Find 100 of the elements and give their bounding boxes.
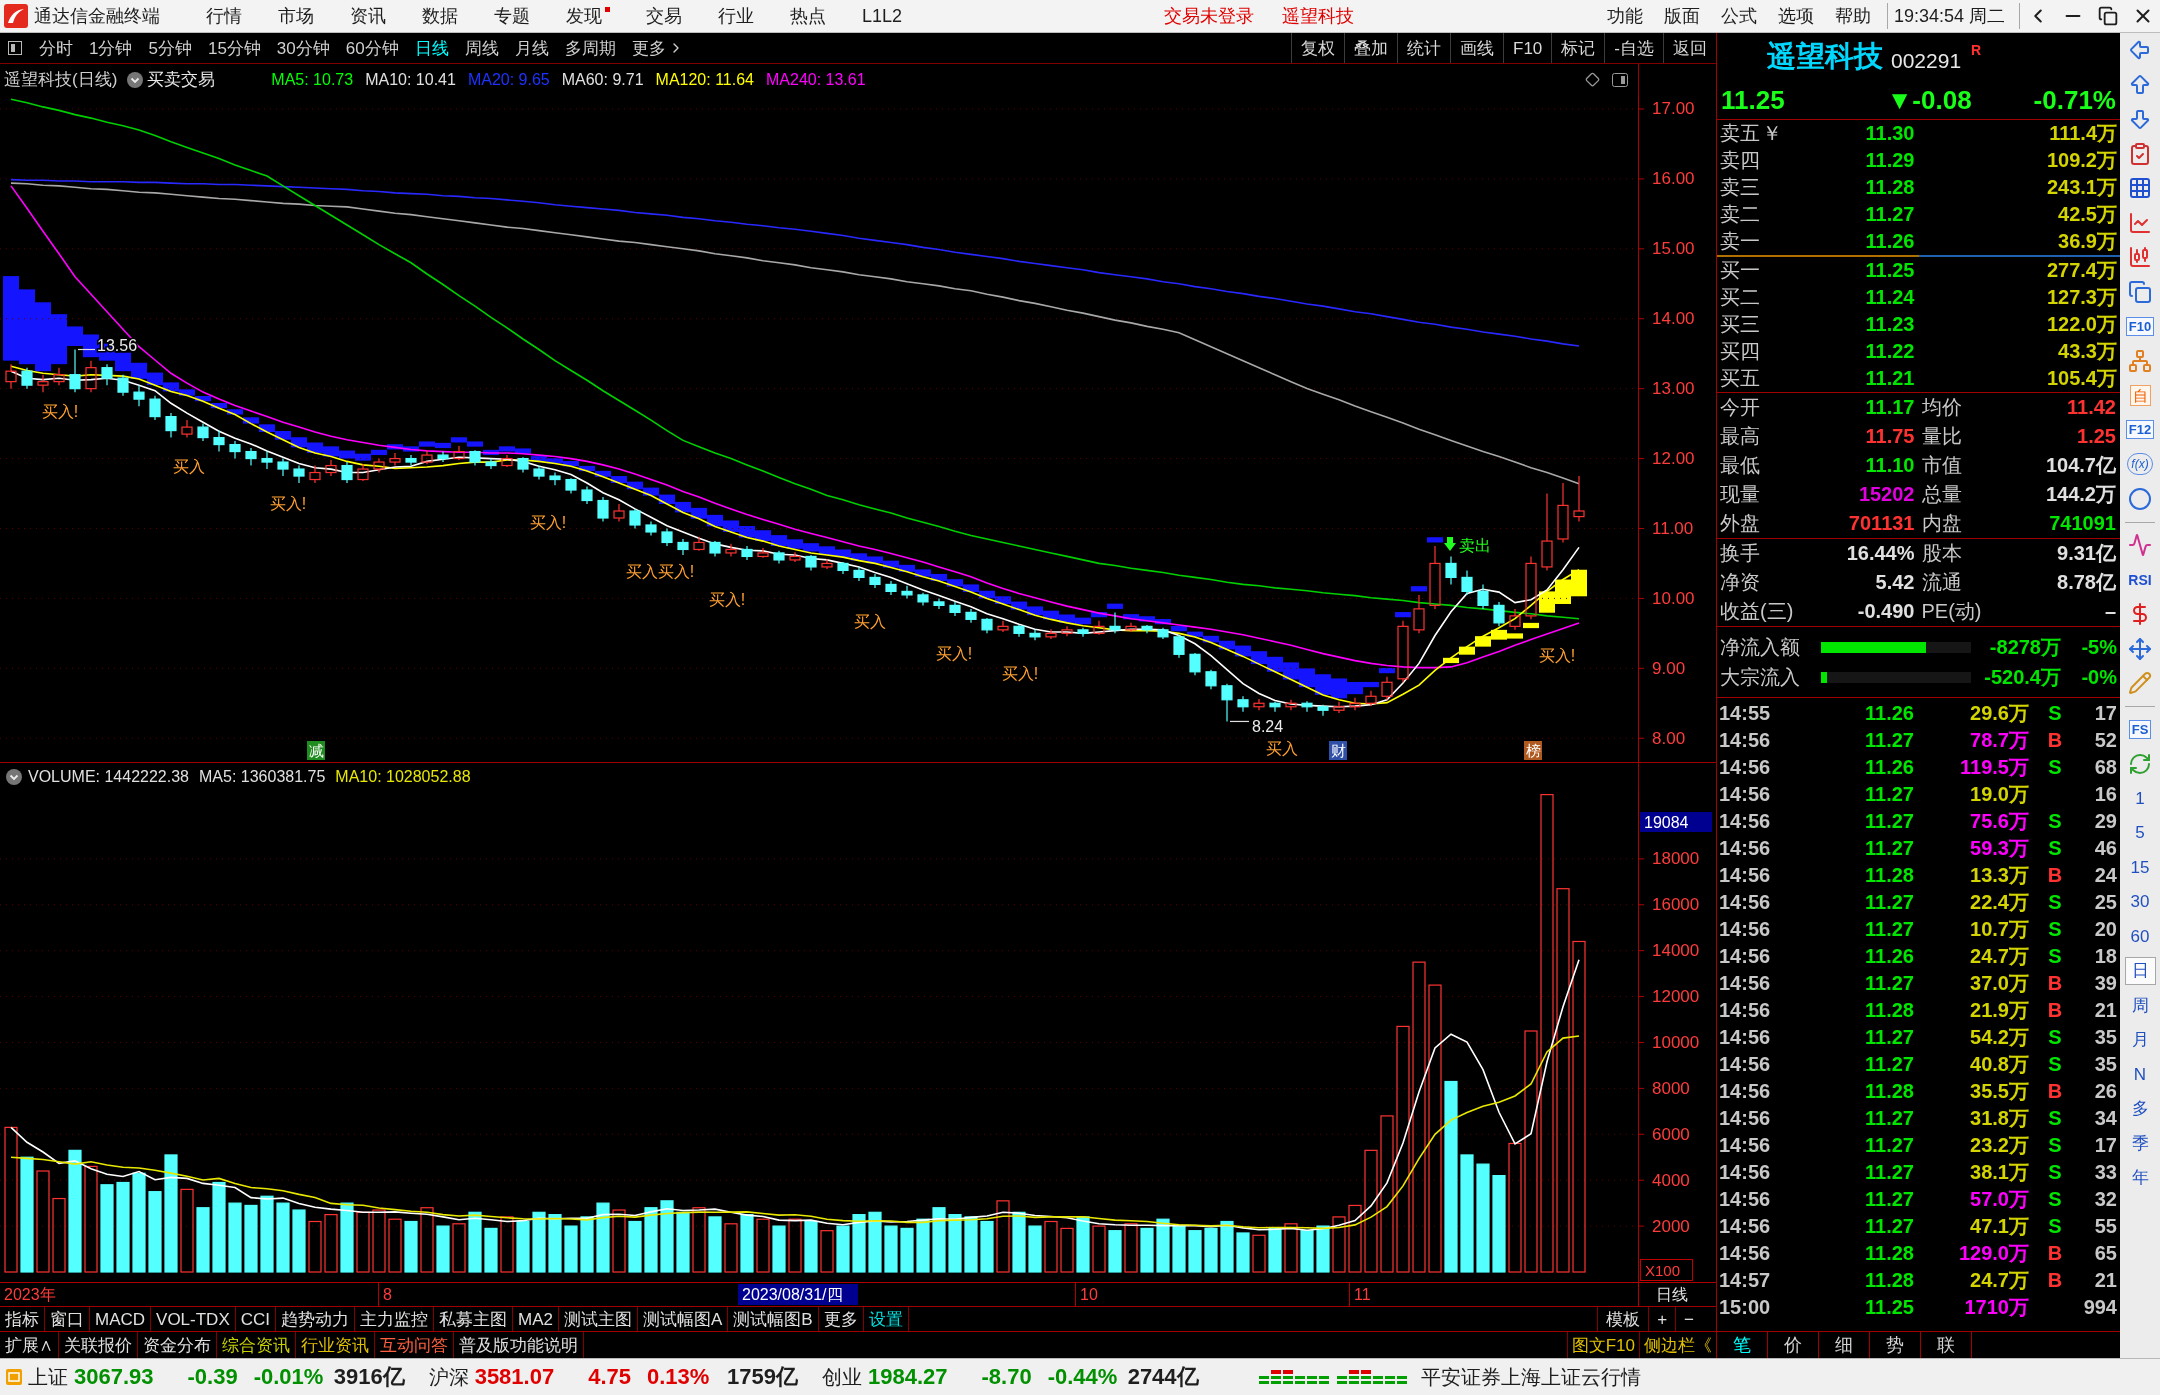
stat-label: 最高 [1720,424,1760,449]
period-tab[interactable]: 日线 [414,39,449,57]
side-tool-button[interactable]: FS [2128,720,2152,740]
side-period-button[interactable]: 30 [2124,889,2156,916]
pencil-icon[interactable] [2128,671,2152,696]
indicator-tab[interactable]: 更多 [818,1307,864,1331]
period-tab[interactable]: 15分钟 [207,39,261,57]
indicator-tab[interactable]: 趋势动力 [276,1307,356,1331]
side-period-button[interactable]: 60 [2124,923,2156,950]
indicator-tab[interactable]: 私募主图 [434,1307,514,1331]
toolbar-button[interactable]: -自选 [1604,33,1663,63]
period-tab[interactable]: 5分钟 [148,39,192,57]
trade-button[interactable]: 买卖交易 [127,71,216,88]
side-period-button[interactable]: 日 [2124,957,2156,986]
indicator-tab[interactable]: 测试幅图B [728,1307,819,1331]
toolbar-button[interactable]: 标记 [1551,33,1605,63]
side-period-button[interactable]: 多 [2125,1096,2155,1123]
side-period-button[interactable]: 年 [2125,1165,2155,1192]
side-period-button[interactable]: N [2127,1061,2153,1088]
menu-item[interactable]: 专题 [494,7,530,25]
menu-item[interactable]: 帮助 [1834,7,1871,25]
candlestick [405,454,417,467]
pulse-line-icon[interactable] [2128,533,2152,558]
toolbar-button[interactable]: 统计 [1397,33,1451,63]
side-period-button[interactable]: 季 [2125,1130,2155,1157]
period-tab[interactable]: 周线 [464,39,499,57]
template-tool-button[interactable]: − [1675,1307,1702,1331]
arrow-up-icon[interactable] [2128,72,2152,97]
panel-icon[interactable] [1612,72,1628,87]
indicator-tab[interactable]: 指标 [0,1307,45,1331]
bar [1364,1149,1378,1273]
menu-item[interactable]: 功能 [1606,7,1643,25]
overlapping-squares-icon[interactable] [2128,279,2152,304]
period-tab[interactable]: 月线 [514,39,549,57]
toolbar-button[interactable]: 返回 [1663,33,1716,63]
indicator-tab[interactable]: 测试幅图A [638,1307,729,1331]
menu-item[interactable]: 市场 [278,7,314,25]
bar [1508,1142,1522,1273]
refresh-icon[interactable] [2128,752,2152,777]
side-tool-button[interactable]: F10 [2125,316,2155,336]
menu-item[interactable]: 数据 [422,7,458,25]
side-period-button[interactable]: 5 [2129,820,2151,847]
candlestick [1381,676,1393,701]
indicator-tab[interactable]: 窗口 [45,1307,90,1331]
circle-icon[interactable] [2128,486,2152,511]
menu-item[interactable]: 选项 [1777,7,1814,25]
grid-icon[interactable] [2128,176,2152,201]
indicator-tab[interactable]: MACD [90,1307,152,1331]
event-tag[interactable]: 榜 [1524,741,1542,760]
period-tab[interactable]: 60分钟 [345,39,399,57]
period-tab[interactable]: 1分钟 [89,39,133,57]
more-button[interactable]: 更多 [631,39,684,57]
period-tab[interactable]: 多周期 [564,39,616,57]
side-tool-button[interactable]: RSI [2128,572,2152,587]
hierarchy-icon[interactable] [2128,348,2152,373]
four-way-arrows-icon[interactable] [2128,636,2152,661]
event-tag[interactable]: 财 [1329,741,1347,760]
menu-item[interactable]: 行业 [718,7,754,25]
clipboard-check-icon[interactable] [2128,141,2152,166]
menu-item[interactable]: 热点 [790,7,826,25]
toolbar-button[interactable]: 叠加 [1344,33,1398,63]
side-period-button[interactable]: 15 [2124,854,2156,881]
side-period-button[interactable]: 月 [2125,1027,2155,1054]
candlestick-icon[interactable] [2128,245,2152,270]
buy-signal-label: 买入! [269,494,307,512]
period-tab[interactable]: 30分钟 [276,39,330,57]
arrow-down-icon[interactable] [2128,107,2152,132]
menu-item[interactable]: L1L2 [862,7,903,25]
side-period-button[interactable]: 周 [2125,992,2155,1019]
period-tab[interactable]: 分时 [39,39,73,57]
template-tool-button[interactable]: + [1648,1307,1676,1331]
menu-item[interactable]: 发现 [566,7,610,25]
side-tool-button[interactable]: F12 [2125,420,2155,440]
current-stock-link[interactable]: 遥望科技 [1282,7,1355,25]
bar [4,1126,18,1273]
line-chart-icon[interactable] [2128,210,2152,235]
restore-icon[interactable] [2097,6,2118,26]
tick-volume: 75.6万 [1969,809,2029,834]
diamond-icon[interactable] [1585,72,1600,87]
menu-item[interactable]: 资讯 [350,7,386,25]
toolbar-button[interactable]: F10 [1503,33,1552,63]
indicator-tab[interactable]: CCI [235,1307,277,1331]
menu-item[interactable]: 公式 [1720,7,1757,25]
event-tag[interactable]: 减 [307,741,325,760]
template-tool-button[interactable]: 模板 [1597,1307,1649,1331]
indicator-tab[interactable]: VOL-TDX [151,1307,236,1331]
menu-item[interactable]: 交易 [646,7,682,25]
toolbar-button[interactable]: 复权 [1291,33,1345,63]
menu-item[interactable]: 版面 [1663,7,1700,25]
indicator-tab[interactable]: MA2 [513,1307,559,1331]
candlestick [1253,698,1265,711]
indicator-tab[interactable]: 设置 [863,1307,909,1331]
indicator-tab[interactable]: 主力监控 [355,1307,435,1331]
indicator-tab[interactable]: 测试主图 [559,1307,638,1331]
menu-item[interactable]: 行情 [206,7,242,25]
panel-icon[interactable] [8,41,22,55]
side-period-button[interactable]: 1 [2129,785,2151,812]
candlestick [1013,625,1025,638]
toolbar-button[interactable]: 画线 [1450,33,1504,63]
tick-side: S [2048,890,2062,915]
